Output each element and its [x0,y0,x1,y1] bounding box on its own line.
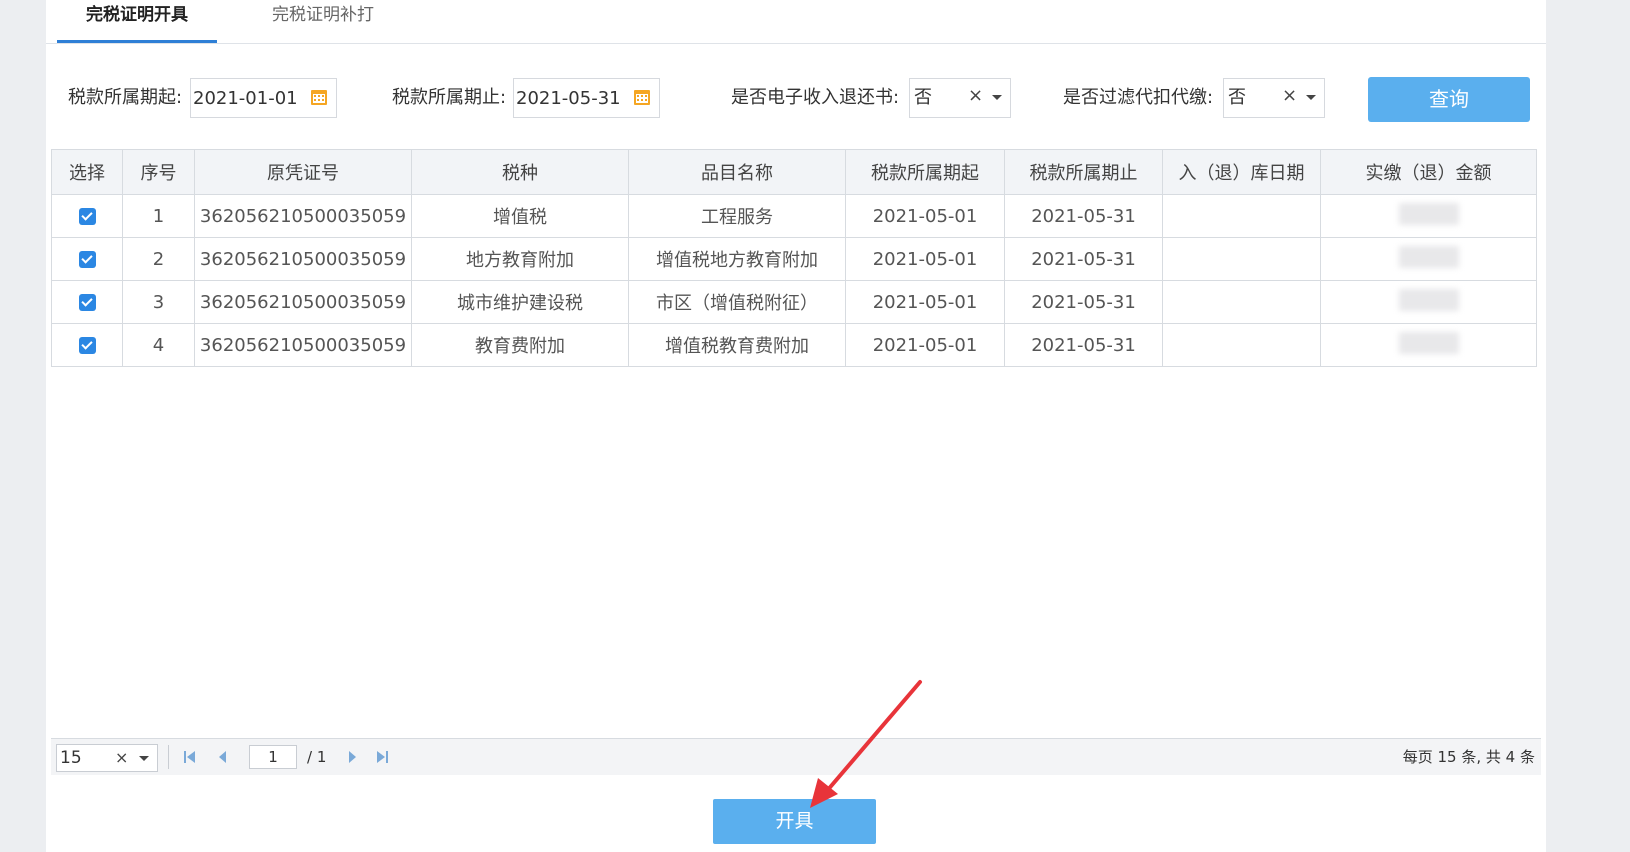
row-period-end: 2021-05-31 [1004,194,1163,238]
row-voucher: 362056210500035059 [194,323,412,367]
row-tax-type: 城市维护建设税 [411,280,629,324]
table-header-row: 选择 序号 原凭证号 税种 品目名称 税款所属期起 税款所属期止 入（退）库日期… [51,149,1537,195]
tab-certificate-issue[interactable]: 完税证明开具 [57,0,217,43]
checkbox-checked[interactable] [78,208,96,225]
page-size-select[interactable]: 15 × [56,744,158,772]
main-panel: 完税证明开具 完税证明补打 税款所属期起: 税款所属期止: 是否电子收入退还 [46,0,1546,852]
row-storage-date [1162,194,1321,238]
refund-value: 否 [914,87,932,108]
first-page-icon[interactable] [181,748,199,766]
clear-icon[interactable]: × [1282,79,1297,113]
end-date-label: 税款所属期止: [392,87,507,108]
row-period-start: 2021-05-01 [845,323,1005,367]
row-storage-date [1162,323,1321,367]
row-period-start: 2021-05-01 [845,280,1005,324]
row-select-cell[interactable] [51,237,123,281]
prev-page-icon[interactable] [214,748,232,766]
table-row[interactable]: 3 362056210500035059 城市维护建设税 市区（增值税附征） 2… [51,280,1537,324]
col-storage-date: 入（退）库日期 [1162,149,1321,195]
row-storage-date [1162,280,1321,324]
col-period-end: 税款所属期止 [1004,149,1163,195]
table-row[interactable]: 2 362056210500035059 地方教育附加 增值税地方教育附加 20… [51,237,1537,281]
page-size-value: 15 [60,748,82,768]
table-row[interactable]: 4 362056210500035059 教育费附加 增值税教育费附加 2021… [51,323,1537,367]
row-tax-type: 教育费附加 [411,323,629,367]
row-select-cell[interactable] [51,280,123,324]
row-item-name: 工程服务 [628,194,846,238]
row-select-cell[interactable] [51,194,123,238]
row-period-end: 2021-05-31 [1004,237,1163,281]
row-storage-date [1162,237,1321,281]
refund-label: 是否电子收入退还书: [731,87,900,108]
last-page-icon[interactable] [373,748,391,766]
row-period-start: 2021-05-01 [845,237,1005,281]
redaction-blur [1398,331,1459,354]
row-tax-type: 增值税 [411,194,629,238]
chevron-down-icon[interactable] [992,95,1002,100]
row-amount-redacted [1320,194,1537,238]
tab-bar: 完税证明开具 完税证明补打 [46,0,1546,44]
divider [168,745,169,769]
page-summary: 每页 15 条, 共 4 条 [1402,748,1535,766]
row-item-name: 市区（增值税附征） [628,280,846,324]
row-period-start: 2021-05-01 [845,194,1005,238]
row-amount-redacted [1320,280,1537,324]
chevron-down-icon[interactable] [1306,95,1316,100]
row-period-end: 2021-05-31 [1004,280,1163,324]
filter-bar: 税款所属期起: 税款所属期止: 是否电子收入退还书: 否 × [46,78,1546,118]
col-voucher: 原凭证号 [194,149,412,195]
row-select-cell[interactable] [51,323,123,367]
col-item-name: 品目名称 [628,149,846,195]
withhold-select[interactable]: 否 × [1223,78,1325,118]
page-number-input[interactable]: 1 [249,745,297,769]
row-index: 1 [122,194,195,238]
table-row[interactable]: 1 362056210500035059 增值税 工程服务 2021-05-01… [51,194,1537,238]
withhold-value: 否 [1228,87,1246,108]
clear-icon[interactable]: × [968,79,983,113]
withhold-label: 是否过滤代扣代缴: [1063,87,1214,108]
row-period-end: 2021-05-31 [1004,323,1163,367]
query-button[interactable]: 查询 [1368,77,1530,122]
row-item-name: 增值税地方教育附加 [628,237,846,281]
end-date-input[interactable] [516,79,626,117]
pagination-bar: 15 × 1 / 1 每页 15 条, 共 4 条 [51,738,1541,775]
col-tax-type: 税种 [411,149,629,195]
row-tax-type: 地方教育附加 [411,237,629,281]
total-pages: / 1 [307,748,327,766]
row-amount-redacted [1320,237,1537,281]
clear-icon[interactable]: × [115,745,128,771]
chevron-down-icon[interactable] [139,756,149,761]
start-date-field[interactable] [190,78,337,118]
start-date-label: 税款所属期起: [68,87,183,108]
refund-select[interactable]: 否 × [909,78,1011,118]
col-amount: 实缴（退）金额 [1320,149,1537,195]
redaction-blur [1398,245,1459,268]
start-date-input[interactable] [193,79,303,117]
row-index: 4 [122,323,195,367]
checkbox-checked[interactable] [78,294,96,311]
redaction-blur [1398,202,1459,225]
col-select: 选择 [51,149,123,195]
col-period-start: 税款所属期起 [845,149,1005,195]
issue-button[interactable]: 开具 [713,799,876,844]
redaction-blur [1398,288,1459,311]
row-index: 2 [122,237,195,281]
calendar-icon[interactable] [633,88,651,106]
calendar-icon[interactable] [310,88,328,106]
row-item-name: 增值税教育费附加 [628,323,846,367]
row-index: 3 [122,280,195,324]
tab-certificate-reprint[interactable]: 完税证明补打 [258,0,388,43]
row-amount-redacted [1320,323,1537,367]
tax-records-table: 选择 序号 原凭证号 税种 品目名称 税款所属期起 税款所属期止 入（退）库日期… [51,149,1537,367]
row-voucher: 362056210500035059 [194,280,412,324]
checkbox-checked[interactable] [78,337,96,354]
checkbox-checked[interactable] [78,251,96,268]
next-page-icon[interactable] [343,748,361,766]
end-date-field[interactable] [513,78,660,118]
row-voucher: 362056210500035059 [194,237,412,281]
row-voucher: 362056210500035059 [194,194,412,238]
col-index: 序号 [122,149,195,195]
